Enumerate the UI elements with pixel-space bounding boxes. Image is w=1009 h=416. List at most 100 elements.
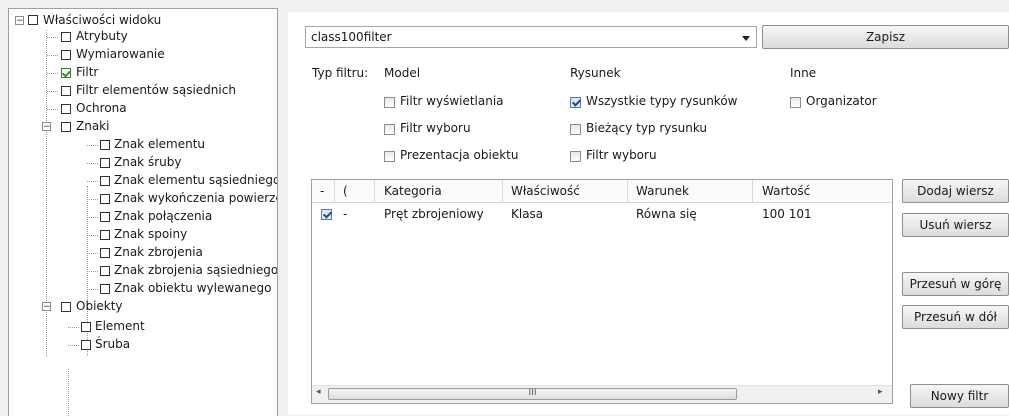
tree-label: Znak elementu sąsiedniego	[114, 173, 278, 187]
filtr-wyboru-model-checkbox[interactable]	[384, 124, 395, 135]
filtr-sasiednich-checkbox[interactable]	[61, 86, 71, 96]
save-button-label: Zapisz	[865, 30, 906, 44]
checkbox[interactable]	[100, 266, 110, 276]
prezentacja-obiektu-label: Prezentacja obiektu	[400, 148, 519, 162]
collapse-icon[interactable]: −	[42, 122, 51, 132]
filtr-wyswietlania-checkbox[interactable]	[384, 97, 395, 108]
dropdown-arrow-icon[interactable]	[742, 36, 750, 41]
tree-label: Znak spoiny	[114, 227, 188, 241]
row-dash: -	[343, 207, 348, 221]
tree-label: Właściwości widoku	[43, 13, 162, 27]
biezacy-typ-checkbox[interactable]	[570, 124, 581, 135]
obiekty-checkbox[interactable]	[61, 302, 71, 312]
horizontal-scrollbar[interactable]: ◂ III ▸	[312, 385, 892, 403]
header-dash[interactable]: -	[320, 184, 324, 198]
scroll-right-icon[interactable]: ▸	[878, 387, 883, 397]
tree-line	[87, 271, 98, 272]
checkbox[interactable]	[81, 340, 91, 350]
header-wlasciwosc[interactable]: Właściwość	[511, 184, 580, 198]
row-wartosc[interactable]: 100 101	[762, 206, 812, 223]
znaki-checkbox[interactable]	[61, 122, 71, 132]
group-model-label: Model	[384, 66, 421, 80]
row-wlasciwosc[interactable]: Klasa	[511, 206, 543, 223]
table-row[interactable]: - Pręt zbrojeniowy Klasa Równa się 100 1…	[312, 206, 892, 224]
filtr-wyboru-rysunek-checkbox[interactable]	[570, 151, 581, 162]
checkbox[interactable]	[81, 322, 91, 332]
move-up-label: Przesuń w górę	[909, 277, 1002, 291]
tree-label: Śruba	[95, 337, 131, 351]
tree-line	[87, 181, 98, 182]
tree-line	[47, 37, 58, 38]
ochrona-checkbox[interactable]	[61, 104, 71, 114]
tree-label: Znak wykończenia powierzc	[114, 191, 278, 205]
move-up-button[interactable]: Przesuń w górę	[902, 272, 1009, 296]
tree-line	[47, 91, 58, 92]
filtr-wyswietlania-label: Filtr wyświetlania	[400, 94, 504, 108]
filter-type-label: Typ filtru:	[312, 66, 369, 80]
tree-label: Obiekty	[76, 299, 123, 313]
collapse-icon[interactable]: −	[42, 302, 51, 312]
checkbox[interactable]	[100, 248, 110, 258]
move-down-button[interactable]: Przesuń w dół	[902, 305, 1009, 329]
tree-line	[87, 289, 98, 290]
scrollbar-thumb[interactable]: III	[328, 388, 737, 400]
column-separator[interactable]	[752, 180, 753, 202]
tree-label: Filtr elementów sąsiednich	[76, 83, 236, 97]
header-kategoria[interactable]: Kategoria	[384, 184, 442, 198]
biezacy-typ-label: Bieżący typ rysunku	[586, 121, 708, 135]
new-filter-button[interactable]: Nowy filtr	[910, 384, 1009, 408]
group-rysunek-label: Rysunek	[570, 66, 621, 80]
organizator-label: Organizator	[806, 94, 877, 108]
scroll-grip: III	[528, 388, 537, 398]
row-warunek[interactable]: Równa się	[636, 206, 697, 223]
tree-label: Znak zbrojenia sąsiedniego	[114, 263, 278, 277]
checkbox[interactable]	[100, 140, 110, 150]
atrybuty-checkbox[interactable]	[61, 32, 71, 42]
save-button[interactable]: Zapisz	[762, 25, 1009, 49]
row-checkbox[interactable]	[321, 209, 332, 220]
filtr-checkbox[interactable]	[61, 68, 71, 78]
checkbox[interactable]	[100, 212, 110, 222]
tree-label: Wymiarowanie	[76, 47, 165, 61]
header-paren[interactable]: (	[343, 184, 348, 198]
tree-line	[68, 369, 69, 416]
row-kategoria[interactable]: Pręt zbrojeniowy	[384, 206, 484, 223]
tree-line	[87, 217, 98, 218]
header-warunek[interactable]: Warunek	[636, 184, 689, 198]
column-separator[interactable]	[374, 180, 375, 202]
column-separator[interactable]	[334, 180, 335, 202]
filtr-wyboru-rysunek-label: Filtr wyboru	[586, 148, 657, 162]
organizator-checkbox[interactable]	[790, 97, 801, 108]
filter-select-value: class100filter	[311, 30, 392, 44]
tree-line	[87, 199, 98, 200]
tree-line	[87, 253, 98, 254]
column-separator[interactable]	[502, 180, 503, 202]
tree-label: Atrybuty	[76, 29, 128, 43]
wszystkie-typy-checkbox[interactable]	[570, 97, 581, 108]
tree-label: Filtr	[76, 65, 99, 79]
add-row-label: Dodaj wiersz	[917, 184, 994, 198]
root-checkbox[interactable]	[28, 15, 38, 25]
collapse-icon[interactable]: −	[15, 16, 24, 26]
checkbox[interactable]	[100, 176, 110, 186]
header-wartosc[interactable]: Wartość	[762, 184, 810, 198]
filtr-wyboru-model-label: Filtr wyboru	[400, 121, 471, 135]
tree-label: Znak śruby	[114, 155, 182, 169]
scroll-left-icon[interactable]: ◂	[316, 387, 321, 397]
filter-select[interactable]: class100filter	[305, 26, 757, 48]
new-filter-label: Nowy filtr	[930, 389, 989, 403]
wymiarowanie-checkbox[interactable]	[61, 50, 71, 60]
tree-line	[68, 345, 79, 346]
remove-row-button[interactable]: Usuń wiersz	[902, 213, 1009, 237]
wszystkie-typy-label: Wszystkie typy rysunków	[586, 94, 738, 108]
checkbox[interactable]	[100, 284, 110, 294]
checkbox[interactable]	[100, 158, 110, 168]
checkbox[interactable]	[100, 230, 110, 240]
checkbox[interactable]	[100, 194, 110, 204]
tree-label: Znak obiektu wylewanego	[114, 281, 272, 295]
add-row-button[interactable]: Dodaj wiersz	[902, 179, 1009, 203]
prezentacja-obiektu-checkbox[interactable]	[384, 151, 395, 162]
column-separator[interactable]	[627, 180, 628, 202]
remove-row-label: Usuń wiersz	[919, 218, 992, 232]
tree-line	[47, 109, 58, 110]
